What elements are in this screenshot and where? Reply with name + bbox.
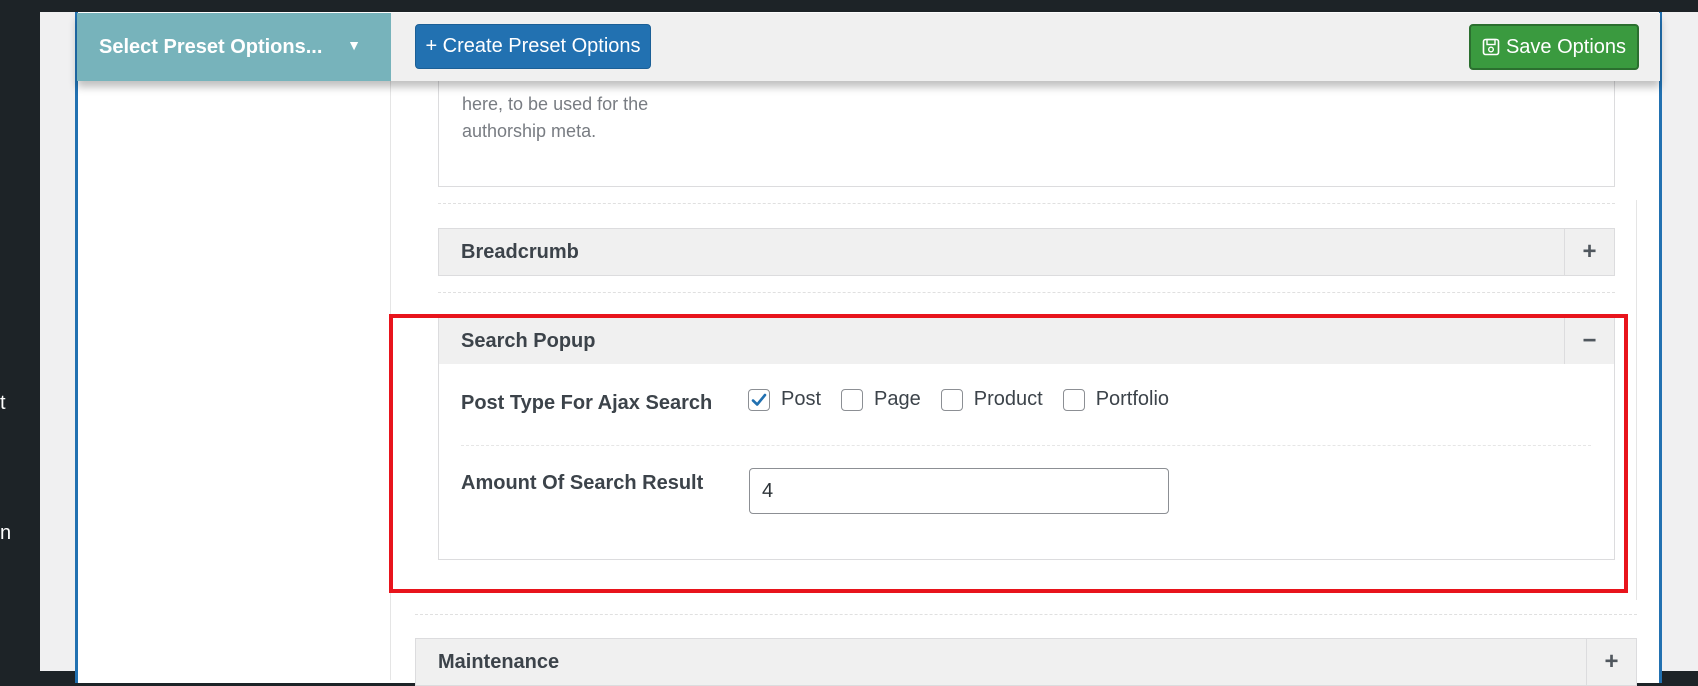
sidebar-fragment[interactable]: t <box>0 392 6 415</box>
amount-input[interactable] <box>749 468 1169 514</box>
post-type-options: Post Page Product Portfolio <box>748 388 1189 411</box>
divider <box>1636 200 1637 600</box>
create-preset-button[interactable]: + Create Preset Options <box>415 24 651 69</box>
options-header: Select Preset Options... ▼ + Create Pres… <box>77 13 1660 81</box>
divider <box>438 203 1615 204</box>
save-icon <box>1482 38 1500 56</box>
checkbox-checked-icon[interactable] <box>748 388 770 411</box>
post-type-option-post[interactable]: Post <box>748 388 821 411</box>
caret-down-icon: ▼ <box>347 37 361 53</box>
expand-icon[interactable]: + <box>1564 229 1614 275</box>
save-options-button[interactable]: Save Options <box>1469 24 1639 70</box>
checkbox-icon[interactable] <box>841 388 864 411</box>
option-label: Product <box>973 388 1043 410</box>
search-popup-section-header[interactable]: Search Popup − <box>438 317 1615 365</box>
search-popup-section-body: Post Type For Ajax Search Post Page Prod… <box>438 364 1615 560</box>
preset-select-label: Select Preset Options... <box>99 35 323 58</box>
checkbox-icon[interactable] <box>1062 388 1085 411</box>
amount-label: Amount Of Search Result <box>461 472 704 494</box>
option-label: Page <box>874 388 921 410</box>
breadcrumb-section-header[interactable]: Breadcrumb + <box>438 228 1615 276</box>
option-label: Post <box>781 388 822 410</box>
post-type-option-page[interactable]: Page <box>841 388 921 411</box>
post-type-option-portfolio[interactable]: Portfolio <box>1062 388 1170 411</box>
field-description: here, to be used for the authorship meta… <box>462 94 649 141</box>
preset-select[interactable]: Select Preset Options... ▼ <box>77 13 391 81</box>
divider <box>438 292 1615 293</box>
divider <box>461 445 1591 446</box>
sidebar-fragment[interactable]: n <box>0 522 11 545</box>
admin-sidebar: t n <box>0 0 40 671</box>
save-button-label: Save Options <box>1505 35 1627 58</box>
expand-icon[interactable]: + <box>1586 639 1636 685</box>
section-title: Search Popup <box>461 330 596 352</box>
post-type-label: Post Type For Ajax Search <box>461 392 713 414</box>
options-side-column <box>78 80 391 680</box>
maintenance-section-header[interactable]: Maintenance + <box>415 638 1637 686</box>
divider <box>415 614 1637 615</box>
post-type-option-product[interactable]: Product <box>940 388 1043 411</box>
option-label: Portfolio <box>1095 388 1170 410</box>
checkbox-icon[interactable] <box>940 388 963 411</box>
section-title: Breadcrumb <box>461 241 579 263</box>
collapse-icon[interactable]: − <box>1564 318 1614 364</box>
